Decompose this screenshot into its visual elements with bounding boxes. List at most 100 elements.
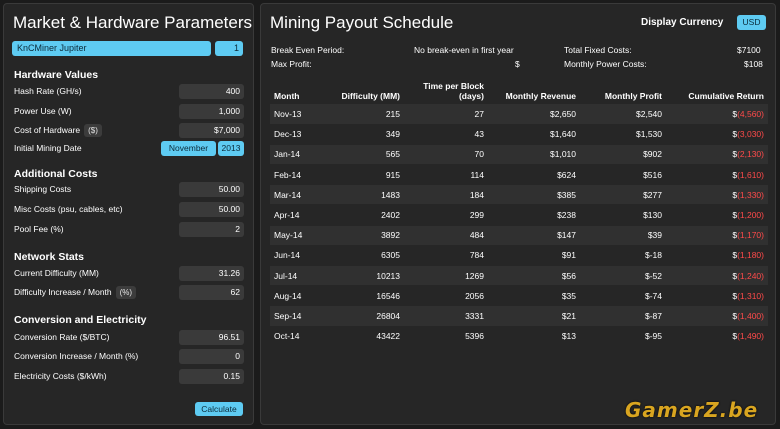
profit-cell: $-95	[580, 326, 666, 347]
difficulty-input[interactable]: 31.26	[179, 266, 244, 281]
difficulty-increase-label: Difficulty Increase / Month (%)	[14, 285, 137, 300]
difficulty-row: Current Difficulty (MM) 31.26	[14, 266, 244, 281]
table-row: Mar-14 1483 184 $385 $277 $(1,330)	[270, 184, 768, 206]
power-label: Power Use (W)	[14, 106, 72, 116]
network-stats-heading: Network Stats	[14, 251, 85, 263]
mining-month-select[interactable]: November	[161, 141, 216, 156]
column-header-cumulative-return: Cumulative Return	[688, 91, 764, 101]
revenue-cell: $238	[488, 204, 580, 226]
difficulty-cell: 915	[322, 164, 404, 186]
difficulty-cell: 349	[322, 124, 404, 145]
difficulty-increase-row: Difficulty Increase / Month (%) 62	[14, 285, 244, 300]
time-per-block-cell: 114	[404, 164, 488, 186]
pool-fee-input[interactable]: 2	[179, 222, 244, 237]
month-cell: Sep-14	[270, 305, 322, 327]
difficulty-cell: 565	[322, 144, 404, 166]
max-profit-value: $	[515, 59, 520, 69]
conversion-rate-input[interactable]: 96.51	[179, 330, 244, 345]
hardware-heading: Hardware Values	[14, 69, 99, 81]
profit-cell: $902	[580, 144, 666, 166]
column-header-time-per-block: Time per Block (days)	[423, 81, 484, 101]
cumulative-return-cell: $(1,610)	[666, 164, 768, 186]
misc-row: Misc Costs (psu, cables, etc) 50.00	[14, 202, 244, 217]
table-row: Jun-14 6305 784 $91 $-18 $(1,180)	[270, 245, 768, 267]
fixed-costs-value: $7100	[737, 45, 761, 55]
revenue-cell: $624	[488, 164, 580, 186]
difficulty-cell: 10213	[322, 265, 404, 287]
power-row: Power Use (W) 1,000	[14, 104, 244, 119]
fixed-costs-label: Total Fixed Costs:	[564, 45, 632, 55]
cumulative-return-cell: $(1,330)	[666, 184, 768, 206]
revenue-cell: $35	[488, 285, 580, 307]
difficulty-increase-unit-chip: (%)	[115, 286, 137, 299]
conversion-rate-row: Conversion Rate ($/BTC) 96.51	[14, 330, 244, 345]
table-row: Aug-14 16546 2056 $35 $-74 $(1,310)	[270, 285, 768, 307]
profit-cell: $277	[580, 184, 666, 206]
misc-input[interactable]: 50.00	[179, 202, 244, 217]
conversion-increase-input[interactable]: 0	[179, 349, 244, 364]
time-per-block-cell: 27	[404, 104, 488, 125]
power-input[interactable]: 1,000	[179, 104, 244, 119]
currency-select[interactable]: USD	[737, 15, 766, 30]
revenue-cell: $91	[488, 245, 580, 267]
calculate-button[interactable]: Calculate	[195, 402, 243, 416]
column-header-monthly-revenue: Monthly Revenue	[505, 91, 576, 101]
profit-cell: $39	[580, 225, 666, 246]
difficulty-cell: 3892	[322, 225, 404, 246]
break-even-label: Break Even Period:	[271, 45, 345, 55]
rig-select[interactable]: KnCMiner Jupiter	[12, 41, 211, 56]
shipping-row: Shipping Costs 50.00	[14, 182, 244, 197]
cumulative-return-cell: $(1,170)	[666, 225, 768, 246]
cumulative-return-cell: $(1,310)	[666, 285, 768, 307]
conversion-heading: Conversion and Electricity	[14, 314, 147, 326]
profit-cell: $-18	[580, 245, 666, 267]
misc-label: Misc Costs (psu, cables, etc)	[14, 204, 123, 214]
cumulative-return-value: (1,330)	[737, 189, 764, 200]
hash-rate-input[interactable]: 400	[179, 84, 244, 99]
cost-label: Cost of Hardware ($)	[14, 123, 102, 138]
electricity-input[interactable]: 0.15	[179, 369, 244, 384]
rig-count-input[interactable]: 1	[215, 41, 243, 56]
table-row: Jul-14 10213 1269 $56 $-52 $(1,240)	[270, 265, 768, 287]
profit-cell: $130	[580, 204, 666, 226]
payout-table-body: Nov-13 215 27 $2,650 $2,540 $(4,560) Dec-13 349…	[270, 104, 768, 347]
cumulative-return-value: (1,170)	[737, 230, 764, 241]
conversion-increase-row: Conversion Increase / Month (%) 0	[14, 349, 244, 364]
max-profit-label: Max Profit:	[271, 59, 312, 69]
difficulty-label: Current Difficulty (MM)	[14, 268, 99, 278]
revenue-cell: $1,640	[488, 124, 580, 145]
break-even-value: No break-even in first year	[414, 45, 514, 55]
difficulty-increase-input[interactable]: 62	[179, 285, 244, 300]
hash-rate-label: Hash Rate (GH/s)	[14, 86, 82, 96]
conversion-rate-label: Conversion Rate ($/BTC)	[14, 332, 110, 342]
mining-year-select[interactable]: 2013	[218, 141, 244, 156]
power-costs-value: $108	[744, 59, 763, 69]
month-cell: May-14	[270, 225, 322, 246]
time-per-block-cell: 1269	[404, 265, 488, 287]
table-row: Sep-14 26804 3331 $21 $-87 $(1,400)	[270, 305, 768, 327]
conversion-increase-label: Conversion Increase / Month (%)	[14, 351, 139, 361]
cumulative-return-value: (1,200)	[737, 210, 764, 221]
time-per-block-cell: 299	[404, 204, 488, 226]
cumulative-return-cell: $(1,180)	[666, 245, 768, 267]
time-per-block-cell: 43	[404, 124, 488, 145]
profit-cell: $2,540	[580, 104, 666, 125]
revenue-cell: $385	[488, 184, 580, 206]
cost-row: Cost of Hardware ($) $7,000	[14, 123, 244, 138]
electricity-row: Electricity Costs ($/kWh) 0.15	[14, 369, 244, 384]
pool-fee-label: Pool Fee (%)	[14, 224, 64, 234]
table-row: Feb-14 915 114 $624 $516 $(1,610)	[270, 164, 768, 186]
month-cell: Jun-14	[270, 245, 322, 267]
shipping-input[interactable]: 50.00	[179, 182, 244, 197]
month-cell: Jan-14	[270, 144, 322, 166]
power-costs-label: Monthly Power Costs:	[564, 59, 647, 69]
cumulative-return-cell: $(3,030)	[666, 124, 768, 145]
mining-date-row: Initial Mining Date November 2013	[14, 141, 244, 156]
payout-schedule-panel: Mining Payout Schedule Display Currency …	[260, 3, 776, 425]
table-row: Nov-13 215 27 $2,650 $2,540 $(4,560)	[270, 104, 768, 125]
month-cell: Mar-14	[270, 184, 322, 206]
time-per-block-cell: 70	[404, 144, 488, 166]
watermark-logo: GamerZ.be	[625, 398, 759, 422]
cost-input[interactable]: $7,000	[179, 123, 244, 138]
time-per-block-cell: 5396	[404, 326, 488, 347]
